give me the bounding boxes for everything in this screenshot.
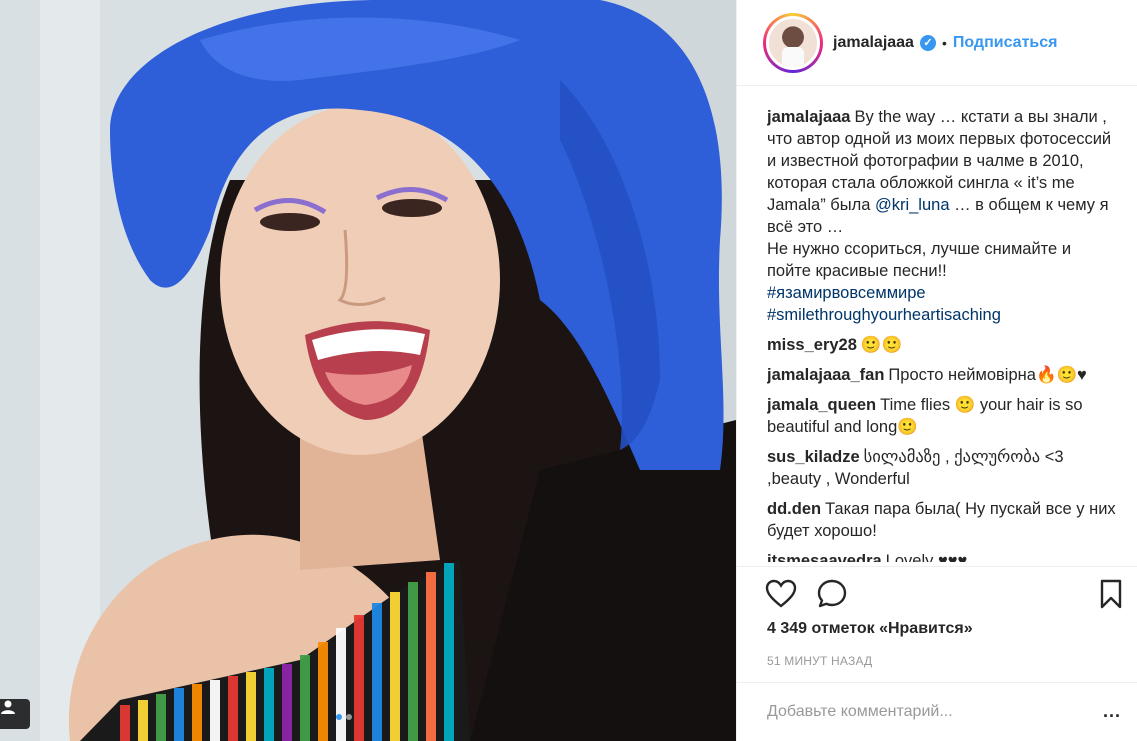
comment-username[interactable]: miss_ery28 bbox=[767, 336, 857, 354]
comment-username[interactable]: jamalajaaa_fan bbox=[767, 366, 884, 384]
portrait-illustration bbox=[0, 0, 736, 741]
save-button[interactable] bbox=[1099, 579, 1123, 614]
caption-username[interactable]: jamalajaaa bbox=[767, 108, 850, 126]
comment-button[interactable] bbox=[817, 579, 847, 614]
hashtag-link[interactable]: #язамирвовсеммире bbox=[767, 282, 1117, 304]
caption-mention-link[interactable]: @kri_luna bbox=[875, 196, 950, 214]
post-photo[interactable] bbox=[0, 0, 736, 741]
post-header: jamalajaaa ✓ • Подписаться bbox=[737, 0, 1137, 86]
verified-icon: ✓ bbox=[919, 34, 936, 51]
comment-text: Lovely ♥♥♥ bbox=[885, 552, 968, 562]
more-options-icon[interactable]: ... bbox=[1103, 701, 1121, 722]
comment-text: Просто неймовірна🔥🙂♥ bbox=[888, 366, 1087, 384]
comment-username[interactable]: jamala_queen bbox=[767, 396, 876, 414]
comment-item: sus_kiladze სილამაზე , ქალურობა <3 ,beaut… bbox=[767, 446, 1117, 490]
follow-button[interactable]: Подписаться bbox=[953, 34, 1058, 52]
comment-item: itsmesaavedra Lovely ♥♥♥ bbox=[767, 550, 1117, 562]
post-actions: 4 349 отметок «Нравится» 51 МИНУТ НАЗАД bbox=[737, 566, 1137, 682]
comment-username[interactable]: itsmesaavedra bbox=[767, 552, 882, 562]
comment-icon bbox=[817, 579, 847, 608]
comment-item: jamala_queen Time flies 🙂 your hair is so… bbox=[767, 394, 1117, 438]
heart-icon bbox=[765, 579, 797, 608]
post-side-panel: jamalajaaa ✓ • Подписаться jamalajaaa By … bbox=[736, 0, 1137, 741]
comment-text: 🙂🙂 bbox=[860, 336, 903, 354]
comment-username[interactable]: dd.den bbox=[767, 500, 821, 518]
post-timestamp[interactable]: 51 МИНУТ НАЗАД bbox=[767, 654, 872, 668]
comments-list[interactable]: jamalajaaa By the way … кстати а вы знали… bbox=[767, 106, 1117, 562]
avatar[interactable] bbox=[766, 15, 820, 70]
bookmark-icon bbox=[1100, 579, 1122, 609]
carousel-dots bbox=[336, 714, 352, 720]
header-separator: • bbox=[941, 34, 947, 51]
avatar-story-ring[interactable] bbox=[763, 12, 823, 73]
author-username[interactable]: jamalajaaa bbox=[833, 34, 914, 52]
like-button[interactable] bbox=[765, 579, 797, 614]
comment-item: dd.den Такая пара была( Ну пускай все у н… bbox=[767, 498, 1117, 542]
user-tag-button[interactable] bbox=[0, 699, 30, 729]
add-comment-section: ... bbox=[737, 682, 1137, 741]
carousel-dot-active bbox=[336, 714, 342, 720]
carousel-dot bbox=[346, 714, 352, 720]
comment-username[interactable]: sus_kiladze bbox=[767, 448, 860, 466]
user-tag-icon bbox=[1, 700, 15, 714]
caption: jamalajaaa By the way … кстати а вы знали… bbox=[767, 106, 1117, 326]
comment-input[interactable] bbox=[767, 699, 1067, 725]
comment-item: jamalajaaa_fan Просто неймовірна🔥🙂♥ bbox=[767, 364, 1117, 386]
comment-item: miss_ery28 🙂🙂 bbox=[767, 334, 1117, 356]
hashtag-link[interactable]: #smilethroughyourheartisaching bbox=[767, 304, 1117, 326]
likes-count[interactable]: 4 349 отметок «Нравится» bbox=[767, 620, 973, 638]
